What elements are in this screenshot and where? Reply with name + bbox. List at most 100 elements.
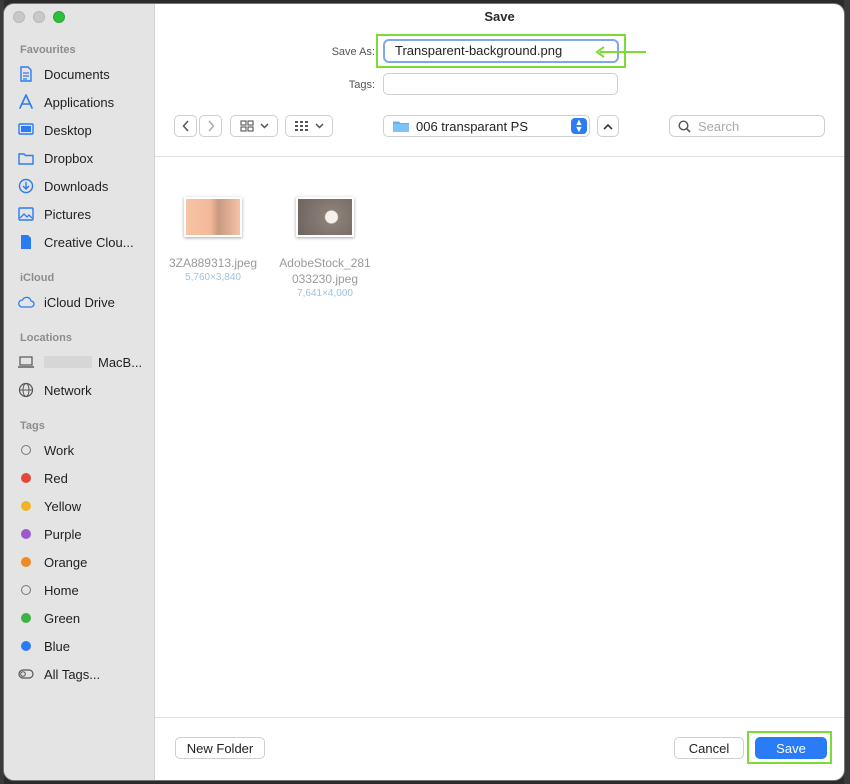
sidebar-section-icloud: iCloud [20,272,55,284]
sidebar-item-label: Creative Clou... [44,234,134,250]
sidebar-item-creative-cloud[interactable]: Creative Clou... [16,231,152,253]
sidebar-tag-blue[interactable]: Blue [16,635,152,657]
close-window-button[interactable] [13,11,25,23]
main-panel: Save Save As: Transparent-background.png… [155,4,844,780]
sidebar-item-documents[interactable]: Documents [16,63,152,85]
save-as-label: Save As: [331,46,375,58]
tags-label: Tags: [348,79,375,91]
file-item[interactable]: AdobeStock_281 033230.jpeg 7,641×4,000 [270,197,380,301]
sidebar-tag-red[interactable]: Red [16,467,152,489]
file-name-continued: 033230.jpeg [291,272,359,286]
sidebar-item-desktop[interactable]: Desktop [16,119,152,141]
sidebar-item-label: Documents [44,66,110,82]
new-folder-button[interactable]: New Folder [175,737,265,759]
sidebar-tag-yellow[interactable]: Yellow [16,495,152,517]
chevron-left-icon [181,120,189,132]
sidebar-section-favourites: Favourites [20,44,76,56]
chevron-down-icon [259,123,269,129]
zoom-window-button[interactable] [53,11,65,23]
sidebar-item-label: MacB... [98,354,143,370]
globe-icon [16,382,36,398]
expand-collapse-button[interactable] [597,115,619,137]
sidebar-item-pictures[interactable]: Pictures [16,203,152,225]
redacted-device-name [44,356,92,368]
sidebar-tag-orange[interactable]: Orange [16,551,152,573]
back-button[interactable] [174,115,197,137]
sidebar-item-network[interactable]: Network [16,379,152,401]
blue-tag-dot-icon [21,641,31,651]
red-tag-dot-icon [21,473,31,483]
up-down-chevron-icon: ▲ ▼ [571,118,587,134]
forward-button[interactable] [199,115,222,137]
sidebar: Favourites Documents Applications Deskto… [4,4,155,780]
sidebar-item-icloud-drive[interactable]: iCloud Drive [16,291,152,313]
folder-icon [16,151,36,165]
sidebar-item-label: Red [44,470,68,486]
group-by-button[interactable] [285,115,333,137]
yellow-tag-dot-icon [21,501,31,511]
sidebar-section-tags: Tags [20,420,45,432]
green-tag-dot-icon [21,613,31,623]
file-thumbnail [184,197,242,237]
sidebar-item-applications[interactable]: Applications [16,91,152,113]
sidebar-item-label: Dropbox [44,150,94,166]
save-as-value: Transparent-background.png [395,43,563,58]
pictures-icon [16,207,36,221]
download-icon [16,178,36,194]
cancel-button[interactable]: Cancel [674,737,744,759]
laptop-icon [16,356,36,368]
chevron-down-icon [315,123,324,129]
view-mode-button[interactable] [230,115,278,137]
grid-view-icon [239,120,254,132]
file-thumbnail [296,197,354,237]
applications-icon [16,94,36,110]
tag-circle-icon [21,445,31,455]
sidebar-item-all-tags[interactable]: All Tags... [16,663,152,685]
sidebar-tag-work[interactable]: Work [16,439,152,461]
search-icon [678,119,691,133]
sidebar-item-dropbox[interactable]: Dropbox [16,147,152,169]
sidebar-item-label: Network [44,382,92,398]
save-button[interactable]: Save [755,737,827,759]
save-dialog: Favourites Documents Applications Deskto… [4,4,844,780]
file-name: AdobeStock_281 [279,256,371,270]
sidebar-item-downloads[interactable]: Downloads [16,175,152,197]
sidebar-tag-green[interactable]: Green [16,607,152,629]
file-item[interactable]: 3ZA889313.jpeg 5,760×3,840 [158,197,268,285]
desktop-icon [16,123,36,137]
folder-icon [393,121,409,132]
tag-circle-icon [21,585,31,595]
sidebar-item-label: Pictures [44,206,91,222]
sidebar-item-label: Downloads [44,178,109,194]
chevron-right-icon [207,120,215,132]
document-icon [16,66,36,82]
window-controls [13,11,65,23]
file-dimensions: 5,760×3,840 [185,272,241,283]
purple-tag-dot-icon [21,529,31,539]
file-icon [16,234,36,250]
sidebar-item-label: Green [44,610,81,626]
sidebar-item-label: Yellow [44,498,82,514]
tags-input[interactable] [383,73,618,95]
sidebar-tag-purple[interactable]: Purple [16,523,152,545]
sidebar-item-label: Desktop [44,122,92,138]
sidebar-item-macbook[interactable]: MacB... [16,351,152,373]
chevron-up-icon [603,123,613,130]
location-popup[interactable]: 006 transparant PS ▲ ▼ [383,115,590,137]
cloud-icon [16,296,36,308]
group-grid-icon [295,121,308,131]
sidebar-tag-home[interactable]: Home [16,579,152,601]
sidebar-item-label: iCloud Drive [44,294,115,310]
location-name: 006 transparant PS [416,118,529,134]
orange-tag-dot-icon [21,557,31,567]
search-field[interactable]: Search [669,115,825,137]
sidebar-item-label: Blue [44,638,71,654]
save-as-input[interactable]: Transparent-background.png [383,39,619,63]
sidebar-item-label: Home [44,582,79,598]
minimize-window-button[interactable] [33,11,45,23]
file-name: 3ZA889313.jpeg [168,256,258,270]
search-placeholder: Search [698,118,740,134]
footer-divider [155,717,844,718]
file-dimensions: 7,641×4,000 [297,288,353,299]
background-app-edge-right [844,0,850,784]
